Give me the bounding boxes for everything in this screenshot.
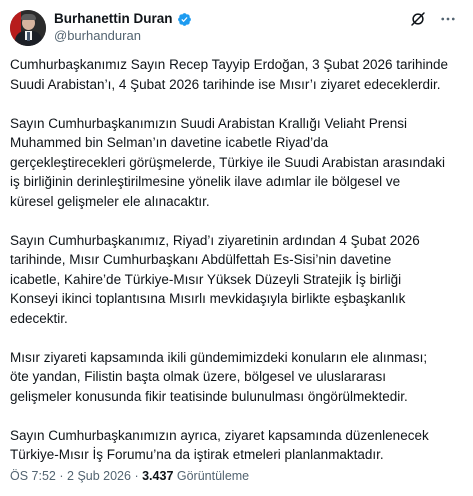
- timestamp-time[interactable]: ÖS 7:52: [10, 469, 56, 483]
- separator: ·: [59, 469, 64, 483]
- tweet-header: Burhanettin Duran @burhanduran: [10, 6, 463, 46]
- tweet-meta: ÖS 7:52 · 2 Şub 2026 · 3.437 Görüntüleme: [10, 468, 249, 484]
- grok-icon[interactable]: [409, 10, 427, 28]
- views-count: 3.437: [142, 469, 174, 483]
- display-name[interactable]: Burhanettin Duran: [54, 11, 173, 27]
- tweet-paragraph-5: Sayın Cumhurbaşkanımızın ayrıca, ziyaret…: [10, 427, 429, 463]
- tweet-paragraph-3: Sayın Cumhurbaşkanımız, Riyad’ı ziyareti…: [10, 232, 420, 326]
- avatar[interactable]: [10, 10, 46, 46]
- tweet: Burhanettin Duran @burhanduran Cumhurbaş…: [0, 0, 473, 496]
- verified-badge-icon: [177, 12, 191, 26]
- name-row: Burhanettin Duran: [54, 11, 192, 27]
- views-label: Görüntüleme: [176, 469, 250, 483]
- tweet-text: Cumhurbaşkanımız Sayın Recep Tayyip Erdo…: [10, 55, 465, 484]
- timestamp-date[interactable]: 2 Şub 2026: [67, 469, 131, 483]
- handle[interactable]: @burhanduran: [54, 28, 141, 44]
- separator: ·: [134, 469, 139, 483]
- tweet-paragraph-1: Cumhurbaşkanımız Sayın Recep Tayyip Erdo…: [10, 57, 449, 92]
- more-options-icon[interactable]: [439, 10, 457, 28]
- tweet-paragraph-2: Sayın Cumhurbaşkanımızın Suudi Arabistan…: [10, 115, 445, 209]
- tweet-paragraph-4: Mısır ziyareti kapsamında ikili gündemim…: [10, 349, 428, 404]
